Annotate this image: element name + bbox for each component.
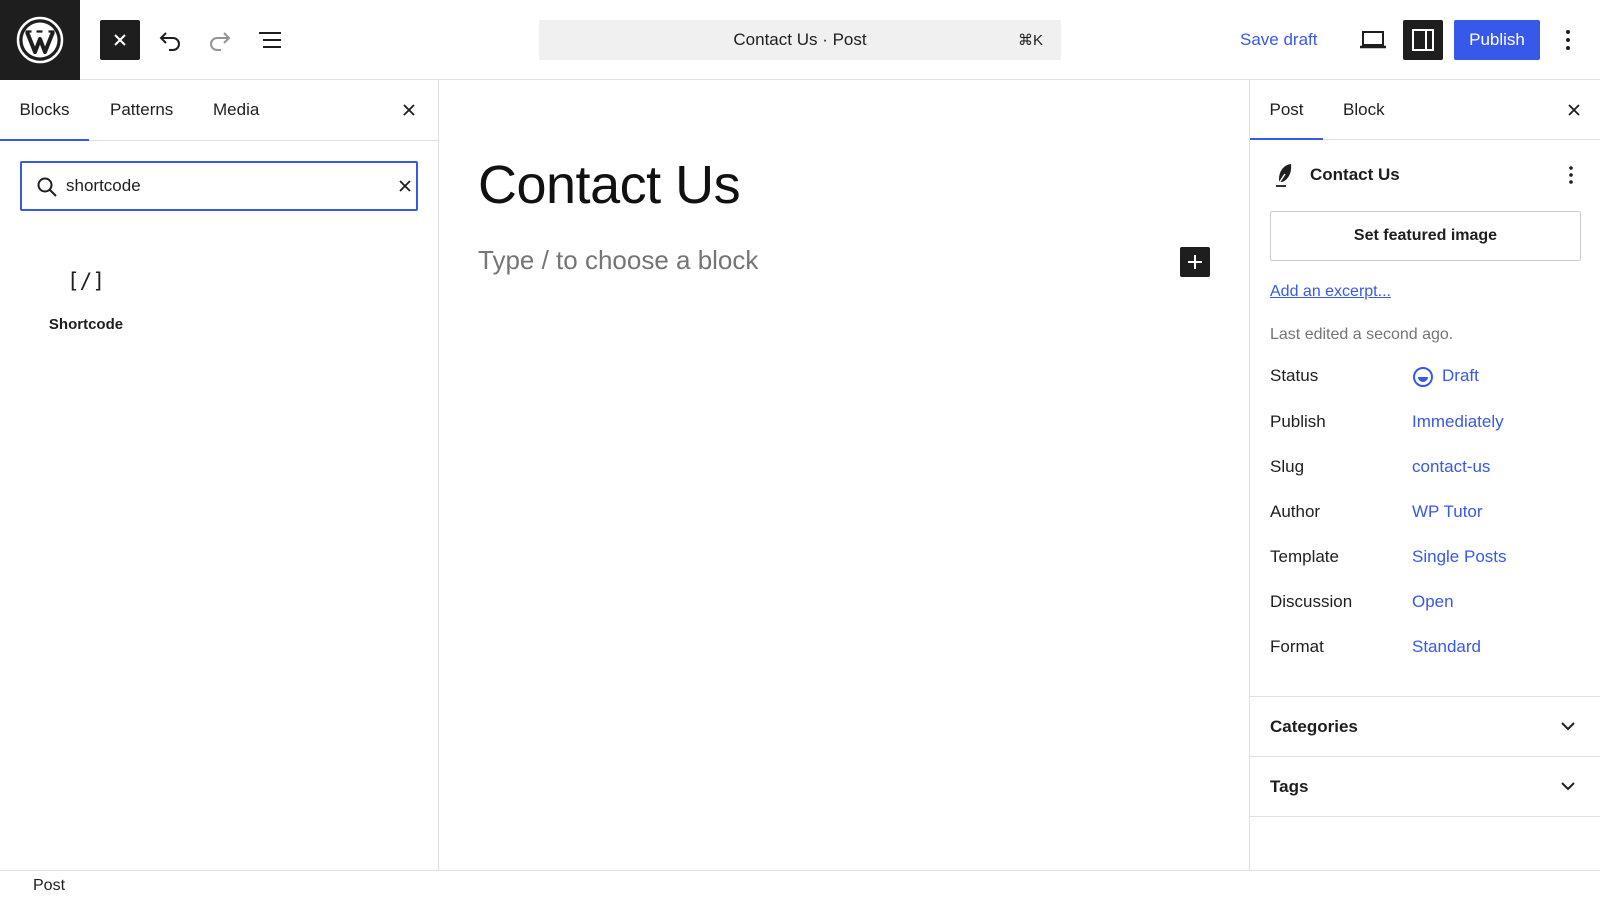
publish-button[interactable]: Publish [1454, 20, 1540, 60]
tab-patterns[interactable]: Patterns [110, 80, 173, 140]
slug-value[interactable]: contact-us [1412, 457, 1490, 477]
search-icon [37, 177, 57, 197]
inserter-tabs: Blocks Patterns Media [0, 80, 438, 141]
template-value[interactable]: Single Posts [1412, 547, 1507, 567]
close-settings-button[interactable] [1559, 95, 1589, 125]
last-edited-text: Last edited a second ago. [1270, 326, 1454, 343]
discussion-value[interactable]: Open [1412, 592, 1454, 612]
post-card-title: Contact Us [1310, 165, 1400, 184]
close-icon [114, 34, 126, 46]
panel-title: Tags [1270, 777, 1309, 796]
chevron-down-icon [1561, 722, 1575, 731]
close-icon [403, 104, 415, 116]
format-value[interactable]: Standard [1412, 637, 1481, 657]
meta-row-status: Status Draft [1270, 362, 1581, 392]
meta-label: Format [1270, 637, 1324, 656]
close-icon [399, 180, 411, 192]
shortcode-icon: [/] [67, 269, 105, 293]
save-draft-button[interactable]: Save draft [1240, 20, 1318, 60]
tags-panel-toggle[interactable]: Tags [1250, 757, 1600, 817]
block-inserter-panel: Blocks Patterns Media [/] Shortcode [0, 80, 439, 870]
default-block-appender[interactable]: Type / to choose a block [478, 245, 758, 276]
document-title: Contact Us · Post [733, 30, 867, 49]
meta-row-slug: Slug contact-us [1270, 453, 1581, 483]
add-block-button[interactable] [1180, 247, 1210, 277]
tab-block[interactable]: Block [1343, 80, 1385, 139]
meta-label: Discussion [1270, 592, 1353, 611]
wordpress-logo-icon[interactable] [0, 0, 80, 80]
undo-icon [159, 32, 180, 51]
tab-post[interactable]: Post [1250, 80, 1323, 140]
meta-row-template: Template Single Posts [1270, 543, 1581, 573]
block-search [20, 161, 418, 211]
meta-label: Slug [1270, 457, 1305, 476]
meta-row-author: Author WP Tutor [1270, 498, 1581, 528]
vertical-ellipsis-icon [1566, 30, 1570, 50]
panel-title: Categories [1270, 717, 1358, 736]
vertical-ellipsis-icon [1569, 166, 1573, 184]
redo-button[interactable] [200, 20, 240, 60]
settings-sidebar: Post Block Contact Us Set featured image… [1249, 80, 1600, 870]
meta-row-discussion: Discussion Open [1270, 588, 1581, 618]
meta-label: Publish [1270, 412, 1326, 431]
set-featured-image-button[interactable]: Set featured image [1270, 211, 1581, 261]
settings-toggle-button[interactable] [1403, 20, 1443, 60]
editor-canvas: Contact Us Type / to choose a block [440, 80, 1249, 870]
preview-button[interactable] [1353, 20, 1393, 60]
status-value[interactable]: Draft [1442, 366, 1479, 386]
sidebar-toggle-icon [1412, 29, 1434, 51]
editor-footer: Post [0, 870, 1600, 900]
block-search-input[interactable] [66, 171, 366, 201]
plus-icon [1188, 255, 1202, 269]
tab-blocks[interactable]: Blocks [0, 80, 89, 141]
author-value[interactable]: WP Tutor [1412, 502, 1483, 522]
meta-label: Status [1270, 366, 1319, 385]
meta-label: Template [1270, 547, 1339, 566]
meta-row-publish: Publish Immediately [1270, 408, 1581, 438]
block-breadcrumb[interactable]: Post [33, 877, 65, 895]
editor-header: Contact Us · Post ⌘K Save draft Publish [0, 0, 1600, 80]
close-inserter-button[interactable] [100, 20, 140, 60]
clear-search-button[interactable] [394, 175, 416, 197]
options-menu-button[interactable] [1550, 20, 1586, 60]
command-shortcut: ⌘K [1017, 32, 1043, 49]
undo-button[interactable] [150, 20, 190, 60]
categories-panel-toggle[interactable]: Categories [1250, 697, 1600, 757]
command-palette-bar[interactable]: Contact Us · Post ⌘K [539, 20, 1061, 60]
close-inserter-panel-button[interactable] [392, 93, 426, 127]
block-item-shortcode[interactable]: [/] Shortcode [36, 269, 136, 369]
close-icon [1568, 104, 1580, 116]
post-actions-button[interactable] [1556, 160, 1586, 190]
meta-row-format: Format Standard [1270, 633, 1581, 663]
post-title[interactable]: Contact Us [478, 154, 741, 216]
meta-label: Author [1270, 502, 1321, 521]
list-view-icon [259, 32, 281, 48]
post-feather-icon [1276, 164, 1292, 187]
publish-value[interactable]: Immediately [1412, 412, 1504, 432]
redo-icon [210, 32, 231, 51]
sidebar-tabs: Post Block [1250, 80, 1600, 140]
tab-media[interactable]: Media [213, 80, 259, 140]
block-item-label: Shortcode [48, 316, 124, 333]
chevron-down-icon [1561, 782, 1575, 791]
draft-status-icon [1413, 367, 1433, 387]
document-overview-button[interactable] [250, 20, 290, 60]
desktop-preview-icon [1360, 31, 1386, 49]
add-excerpt-link[interactable]: Add an excerpt... [1270, 283, 1391, 301]
